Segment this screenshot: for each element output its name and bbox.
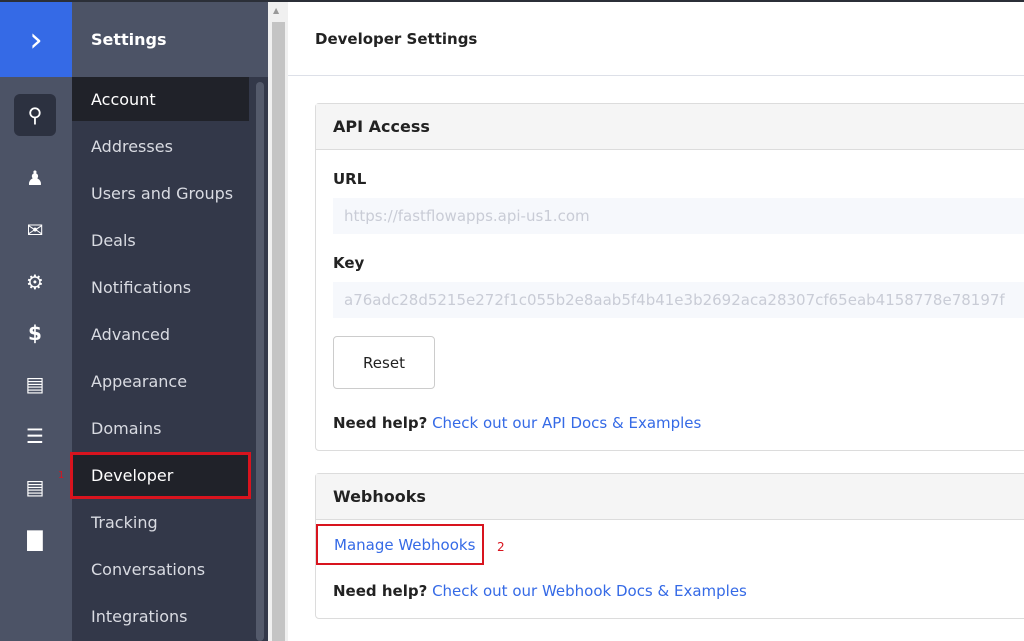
nav-item-integrations[interactable]: Integrations [72,594,249,638]
annotation-1: 1 [58,470,65,481]
icon-rail: › ⚲ ♟ ✉ ⚙ $ ▤ ☰ ▤ ▇ [0,2,72,641]
nav-item-notifications[interactable]: Notifications [72,265,249,309]
help-prefix: Need help? [333,414,428,432]
scroll-up-arrow-icon[interactable]: ▲ [273,6,279,15]
reset-button[interactable]: Reset [333,336,435,389]
search-icon[interactable]: ⚲ [14,94,56,136]
api-access-panel: API Access URL https://fastflowapps.api-… [315,103,1024,451]
nav-scrollbar[interactable] [256,82,264,641]
main-content: Developer Settings API Access URL https:… [288,2,1024,641]
help-prefix: Need help? [333,582,428,600]
reports-icon[interactable]: ▇ [14,518,56,560]
api-docs-link[interactable]: Check out our API Docs & Examples [432,414,701,432]
nav-item-domains[interactable]: Domains [72,406,249,450]
url-label: URL [333,170,367,188]
nav-item-account[interactable]: Account [72,77,249,121]
nav-item-appearance[interactable]: Appearance [72,359,249,403]
contacts-icon[interactable]: ♟ [14,157,56,199]
webhooks-panel: Webhooks Manage Webhooks 2 Need help? Ch… [315,473,1024,619]
webhooks-help: Need help? Check out our Webhook Docs & … [333,582,747,600]
key-field[interactable]: a76adc28d5215e272f1c055b2e8aab5f4b41e3b2… [333,282,1024,318]
api-access-title: API Access [316,104,1024,150]
key-label: Key [333,254,365,272]
nav-item-advanced[interactable]: Advanced [72,312,249,356]
automations-icon[interactable]: ⚙ [14,261,56,303]
settings-nav: Settings Account Addresses Users and Gro… [70,2,268,641]
nav-item-users-and-groups[interactable]: Users and Groups [72,171,249,215]
webhook-docs-link[interactable]: Check out our Webhook Docs & Examples [432,582,747,600]
nav-item-addresses[interactable]: Addresses [72,124,249,168]
logo-chevron-icon[interactable]: › [0,2,72,77]
forms-icon[interactable]: ▤ [14,466,56,508]
page-title: Developer Settings [288,2,1024,76]
lists-icon[interactable]: ☰ [14,415,56,457]
annotation-2: 2 [497,540,505,554]
manage-webhooks-highlight: Manage Webhooks [316,524,484,565]
nav-item-tracking[interactable]: Tracking [72,500,249,544]
api-help: Need help? Check out our API Docs & Exam… [333,414,701,432]
nav-item-deals[interactable]: Deals [72,218,249,262]
deals-dollar-icon[interactable]: $ [14,312,56,354]
manage-webhooks-link[interactable]: Manage Webhooks [334,536,475,554]
conversations-icon[interactable]: ▤ [14,363,56,405]
url-field[interactable]: https://fastflowapps.api-us1.com [333,198,1024,234]
email-icon[interactable]: ✉ [14,209,56,251]
nav-title: Settings [72,2,268,77]
page-scrollbar-thumb[interactable] [272,22,285,641]
webhooks-title: Webhooks [316,474,1024,520]
nav-item-conversations[interactable]: Conversations [72,547,249,591]
nav-item-developer[interactable]: Developer [70,452,251,499]
